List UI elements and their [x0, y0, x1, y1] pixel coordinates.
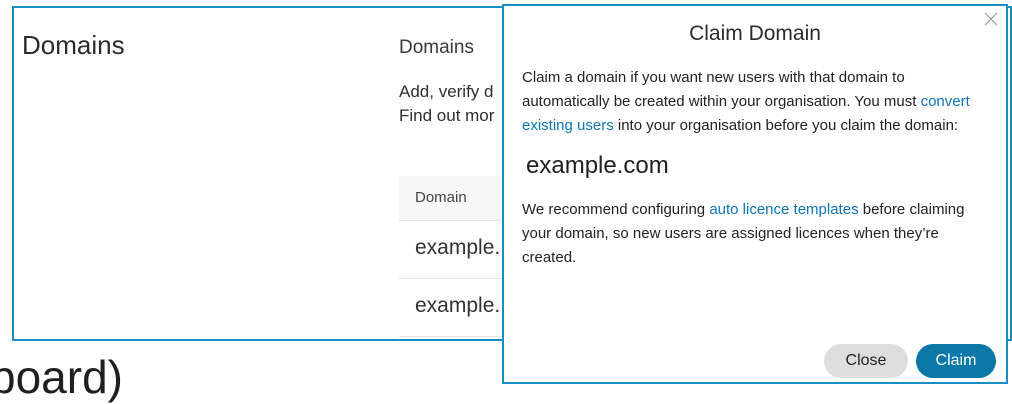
- description-line-2: Find out mor: [399, 106, 495, 125]
- claim-text-end: into your organisation before you claim …: [613, 117, 959, 134]
- background-text: board): [0, 351, 123, 403]
- modal-body: Claim a domain if you want new users wit…: [522, 66, 977, 270]
- claim-explanation: Claim a domain if you want new users wit…: [522, 66, 977, 138]
- description-line-1: Add, verify d: [399, 82, 494, 101]
- row-domain: example.: [415, 294, 501, 317]
- claim-domain-modal: Claim Domain Claim a domain if you want …: [502, 4, 1008, 384]
- auto-licence-templates-link[interactable]: auto licence templates: [709, 201, 858, 218]
- table-row[interactable]: example.: [399, 279, 509, 337]
- table-header: Domain: [399, 176, 509, 221]
- close-button[interactable]: Close: [824, 344, 908, 378]
- claim-button[interactable]: Claim: [916, 344, 996, 378]
- domains-description: Add, verify d Find out mor: [399, 80, 509, 128]
- section-title: Domains: [22, 30, 125, 60]
- licence-recommendation: We recommend configuring auto licence te…: [522, 198, 977, 270]
- table-row[interactable]: example.: [399, 221, 509, 279]
- row-domain: example.: [415, 236, 501, 259]
- column-header-domain: Domain: [415, 189, 467, 206]
- recommend-text-start: We recommend configuring: [522, 201, 710, 218]
- modal-title: Claim Domain: [689, 22, 821, 45]
- domain-name: example.com: [526, 152, 669, 179]
- domains-heading: Domains: [399, 37, 474, 58]
- claim-text-start: Claim a domain if you want new users wit…: [522, 69, 921, 110]
